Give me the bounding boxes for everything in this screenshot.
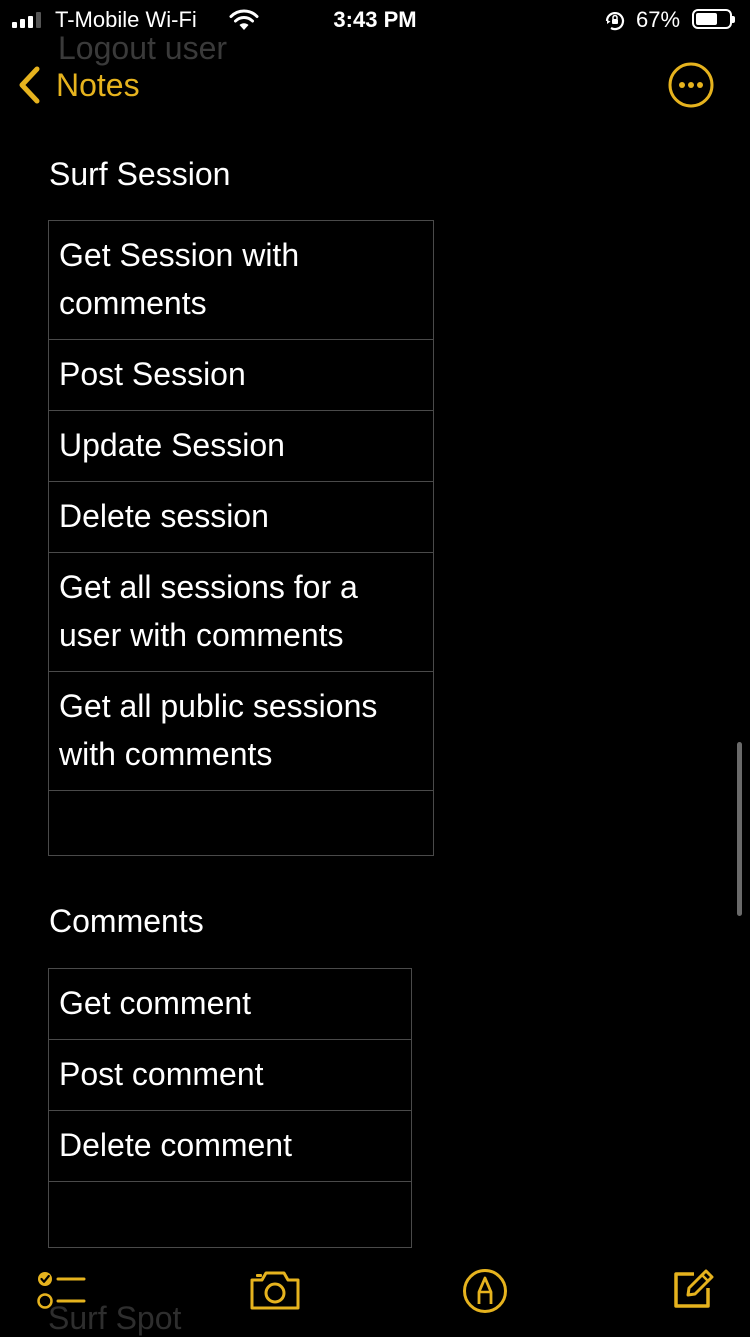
table-row: Get all public sessions with comments xyxy=(48,671,434,791)
table-cell[interactable]: Get all sessions for a user with comment… xyxy=(48,552,434,672)
comments-table: Get comment Post comment Delete comment xyxy=(48,968,412,1248)
chevron-left-icon xyxy=(19,66,40,104)
battery-percent: 67% xyxy=(636,7,681,32)
surf-session-table: Get Session with comments Post Session U… xyxy=(48,220,434,856)
section-heading-comments[interactable]: Comments xyxy=(49,903,204,940)
table-row: Update Session xyxy=(48,410,434,482)
table-row: Get comment xyxy=(48,968,412,1040)
table-row: Delete comment xyxy=(48,1110,412,1182)
scroll-indicator[interactable] xyxy=(737,742,742,916)
table-cell-empty[interactable] xyxy=(48,1181,412,1248)
table-row xyxy=(48,790,434,856)
checklist-icon xyxy=(37,1272,86,1309)
table-row xyxy=(48,1181,412,1248)
back-button[interactable]: Notes xyxy=(16,62,140,108)
compose-icon xyxy=(674,1269,714,1308)
table-row: Post comment xyxy=(48,1039,412,1111)
back-button-label: Notes xyxy=(56,66,140,103)
battery-icon xyxy=(692,9,735,29)
camera-icon xyxy=(250,1271,300,1310)
table-cell[interactable]: Delete comment xyxy=(48,1110,412,1182)
table-row: Get Session with comments xyxy=(48,220,434,340)
status-bar: T-Mobile Wi-Fi 3:43 PM 67% xyxy=(0,0,750,40)
markup-icon xyxy=(463,1269,507,1313)
checklist-button[interactable] xyxy=(36,1268,86,1312)
table-cell[interactable]: Post Session xyxy=(48,339,434,411)
table-cell[interactable]: Update Session xyxy=(48,410,434,482)
table-cell[interactable]: Get Session with comments xyxy=(48,220,434,340)
compose-button[interactable] xyxy=(670,1266,718,1310)
more-options-button[interactable] xyxy=(668,62,714,108)
table-cell[interactable]: Post comment xyxy=(48,1039,412,1111)
table-row: Post Session xyxy=(48,339,434,411)
markup-button[interactable] xyxy=(462,1268,510,1313)
more-options-icon xyxy=(668,62,714,108)
battery-level xyxy=(696,13,717,25)
table-cell[interactable]: Get all public sessions with comments xyxy=(48,671,434,791)
camera-button[interactable] xyxy=(248,1268,300,1312)
table-row: Get all sessions for a user with comment… xyxy=(48,552,434,672)
section-heading-surf-session[interactable]: Surf Session xyxy=(49,156,230,193)
rotation-lock-icon xyxy=(603,9,627,39)
table-cell[interactable]: Get comment xyxy=(48,968,412,1040)
table-cell[interactable]: Delete session xyxy=(48,481,434,553)
table-row: Delete session xyxy=(48,481,434,553)
table-cell-empty[interactable] xyxy=(48,790,434,856)
